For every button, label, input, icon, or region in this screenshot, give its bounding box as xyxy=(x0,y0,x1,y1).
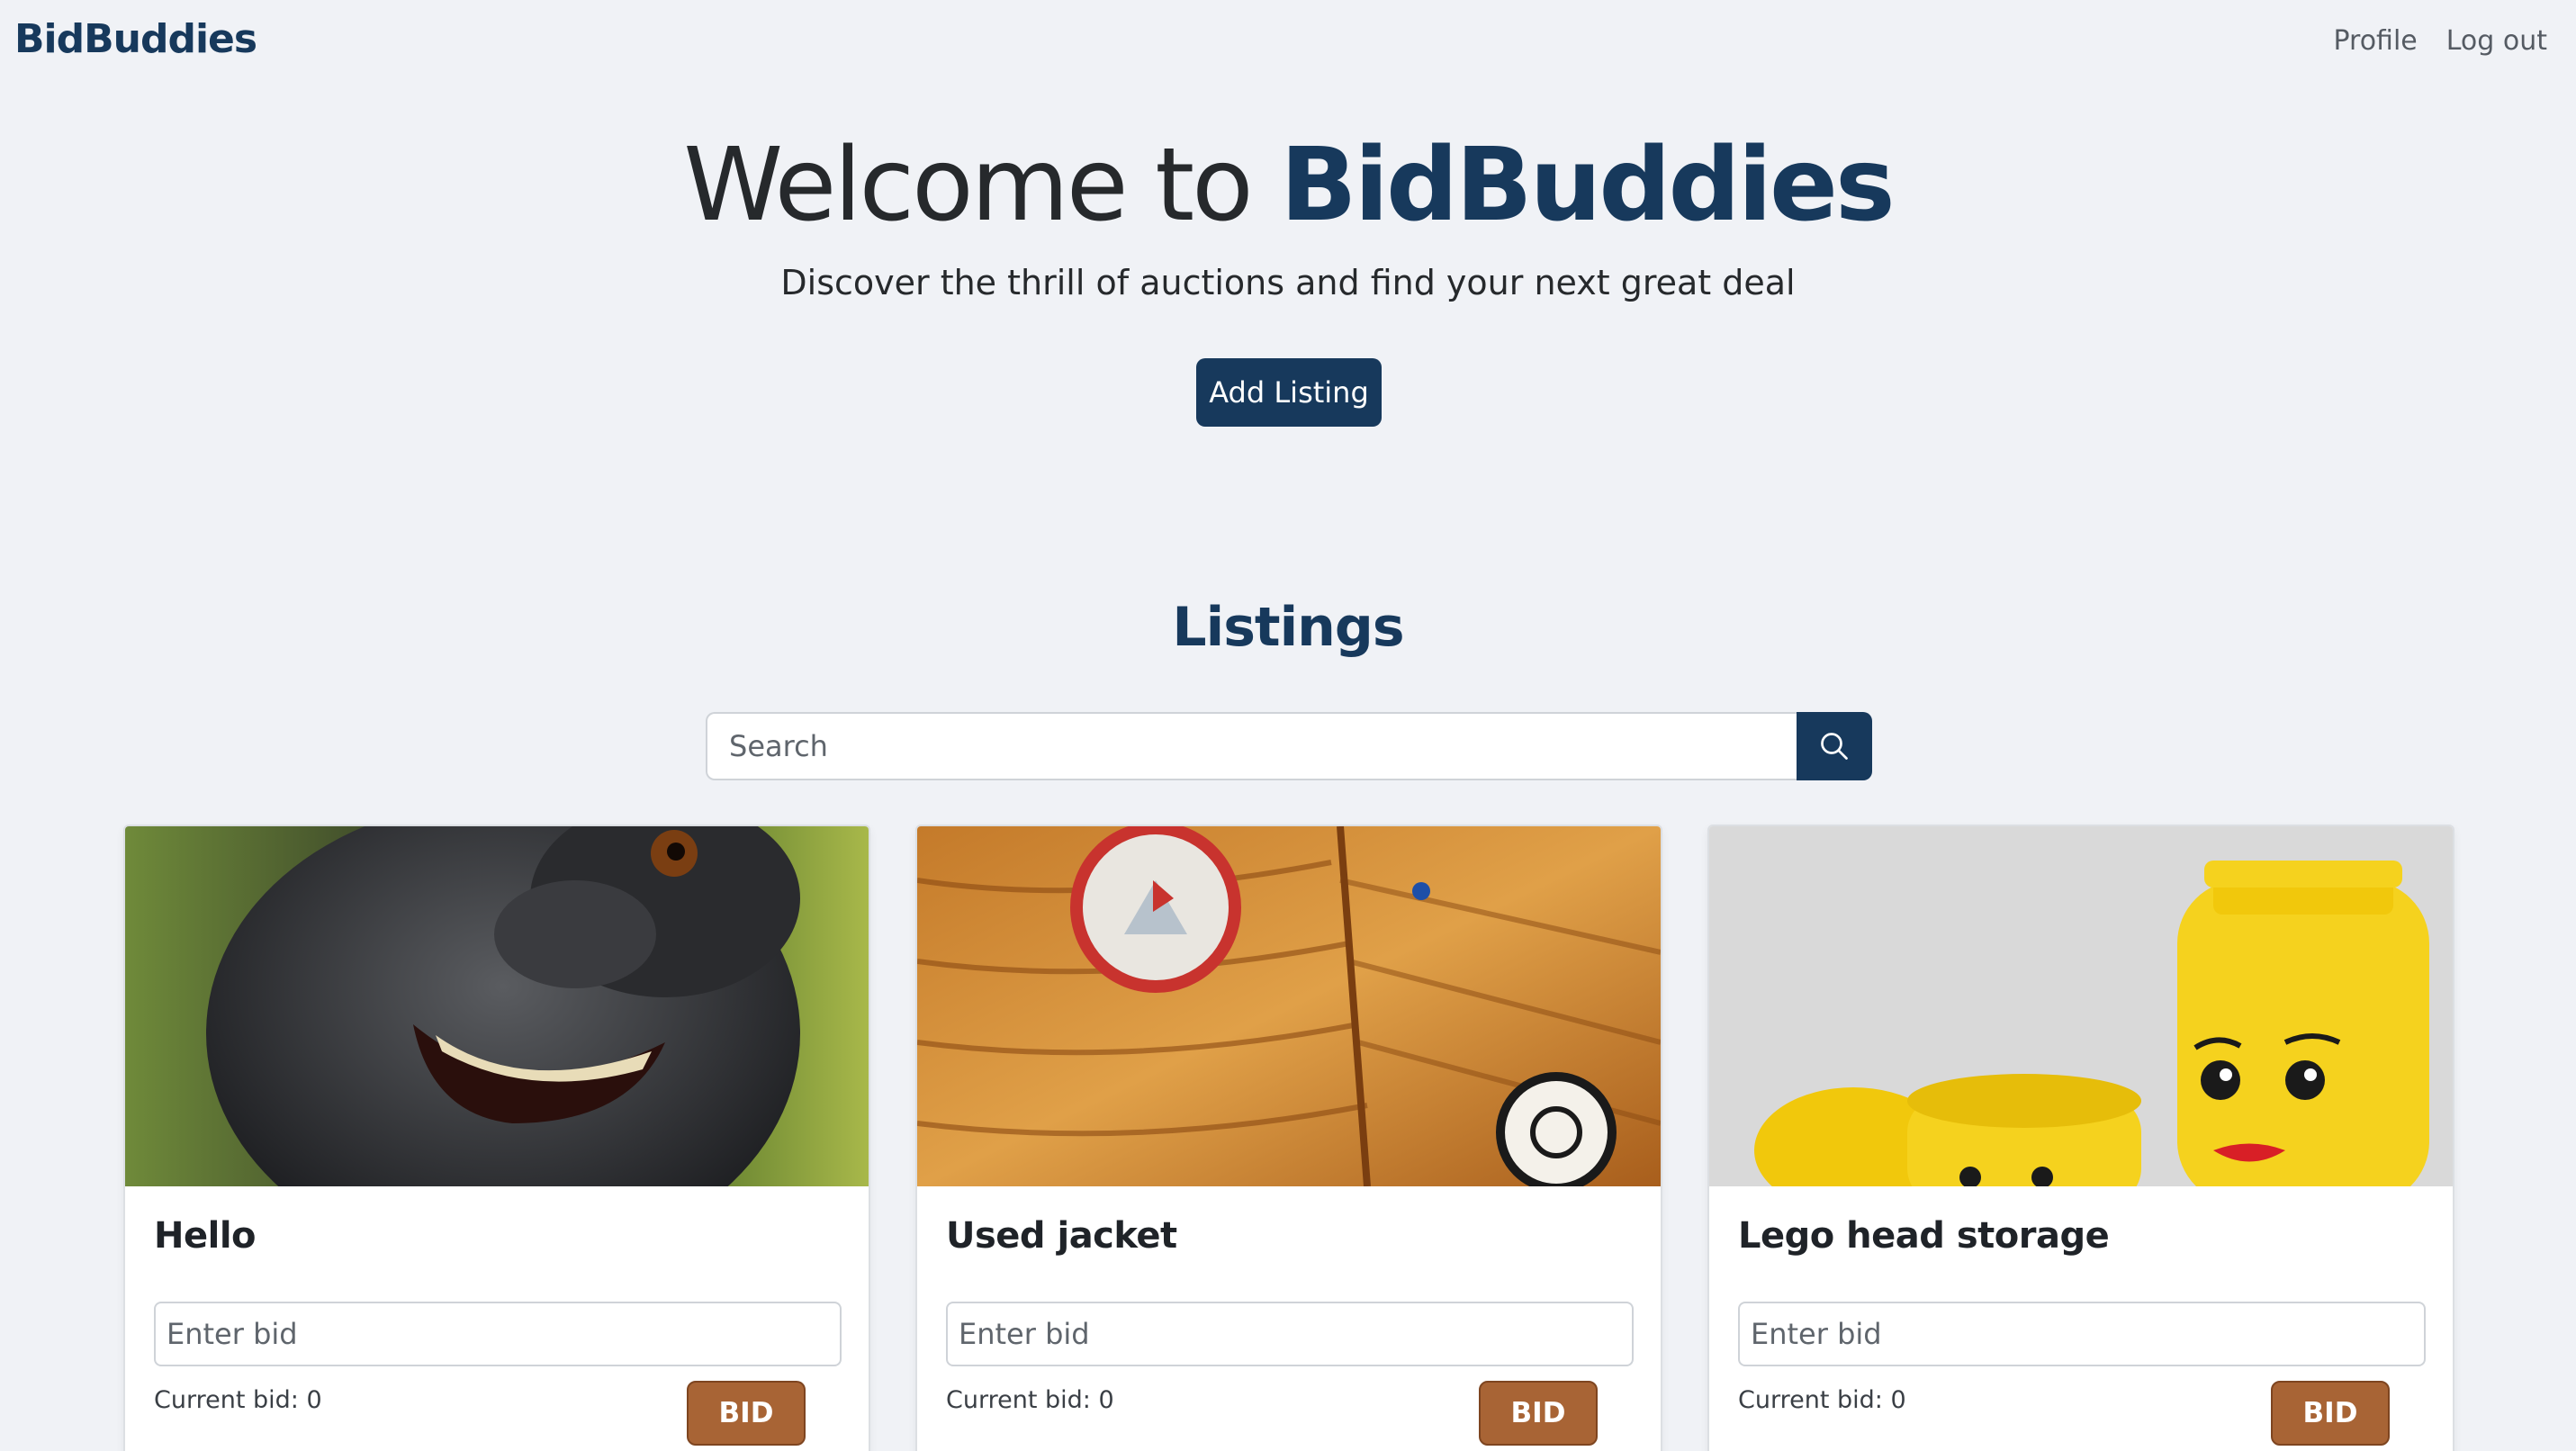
add-listing-button[interactable]: Add Listing xyxy=(1196,358,1382,427)
search-button[interactable] xyxy=(1797,712,1872,780)
lego-head-photo xyxy=(1709,826,2453,1186)
macaque-photo xyxy=(125,826,869,1186)
listing-title: Used jacket xyxy=(946,1215,1177,1257)
page: BidBuddies Profile Log out Welcome to Bi… xyxy=(0,0,2576,1451)
listing-title: Lego head storage xyxy=(1738,1215,2110,1257)
listing-card: Used jacket Current bid: 0 BID xyxy=(915,825,1662,1451)
listing-card: Lego head storage Current bid: 0 BID xyxy=(1707,825,2454,1451)
search-icon xyxy=(1821,733,1848,760)
jacket-photo xyxy=(917,826,1661,1186)
listing-image xyxy=(125,826,869,1186)
search-bar xyxy=(706,712,1872,780)
bid-button[interactable]: BID xyxy=(1479,1381,1598,1446)
current-bid: Current bid: 0 xyxy=(1738,1386,1906,1414)
search-input[interactable] xyxy=(706,712,1797,780)
hero-subtitle: Discover the thrill of auctions and find… xyxy=(780,263,1796,302)
brand-logo[interactable]: BidBuddies xyxy=(14,16,257,62)
top-nav: Profile Log out xyxy=(2333,25,2547,57)
bid-button[interactable]: BID xyxy=(2271,1381,2390,1446)
bid-input[interactable] xyxy=(154,1302,842,1366)
bid-button[interactable]: BID xyxy=(687,1381,806,1446)
current-bid: Current bid: 0 xyxy=(946,1386,1114,1414)
bid-input[interactable] xyxy=(946,1302,1634,1366)
listing-title: Hello xyxy=(154,1215,257,1257)
hero-title-prefix: Welcome to xyxy=(683,127,1281,244)
listings-heading: Listings xyxy=(1172,596,1404,659)
logout-link[interactable]: Log out xyxy=(2446,25,2547,57)
listing-card: Hello Current bid: 0 BID xyxy=(123,825,870,1451)
bid-input[interactable] xyxy=(1738,1302,2426,1366)
listing-image xyxy=(1709,826,2453,1186)
hero-title-brand: BidBuddies xyxy=(1280,127,1895,244)
current-bid: Current bid: 0 xyxy=(154,1386,322,1414)
profile-link[interactable]: Profile xyxy=(2333,25,2417,57)
listing-image xyxy=(917,826,1661,1186)
hero-title: Welcome to BidBuddies xyxy=(0,126,2576,245)
